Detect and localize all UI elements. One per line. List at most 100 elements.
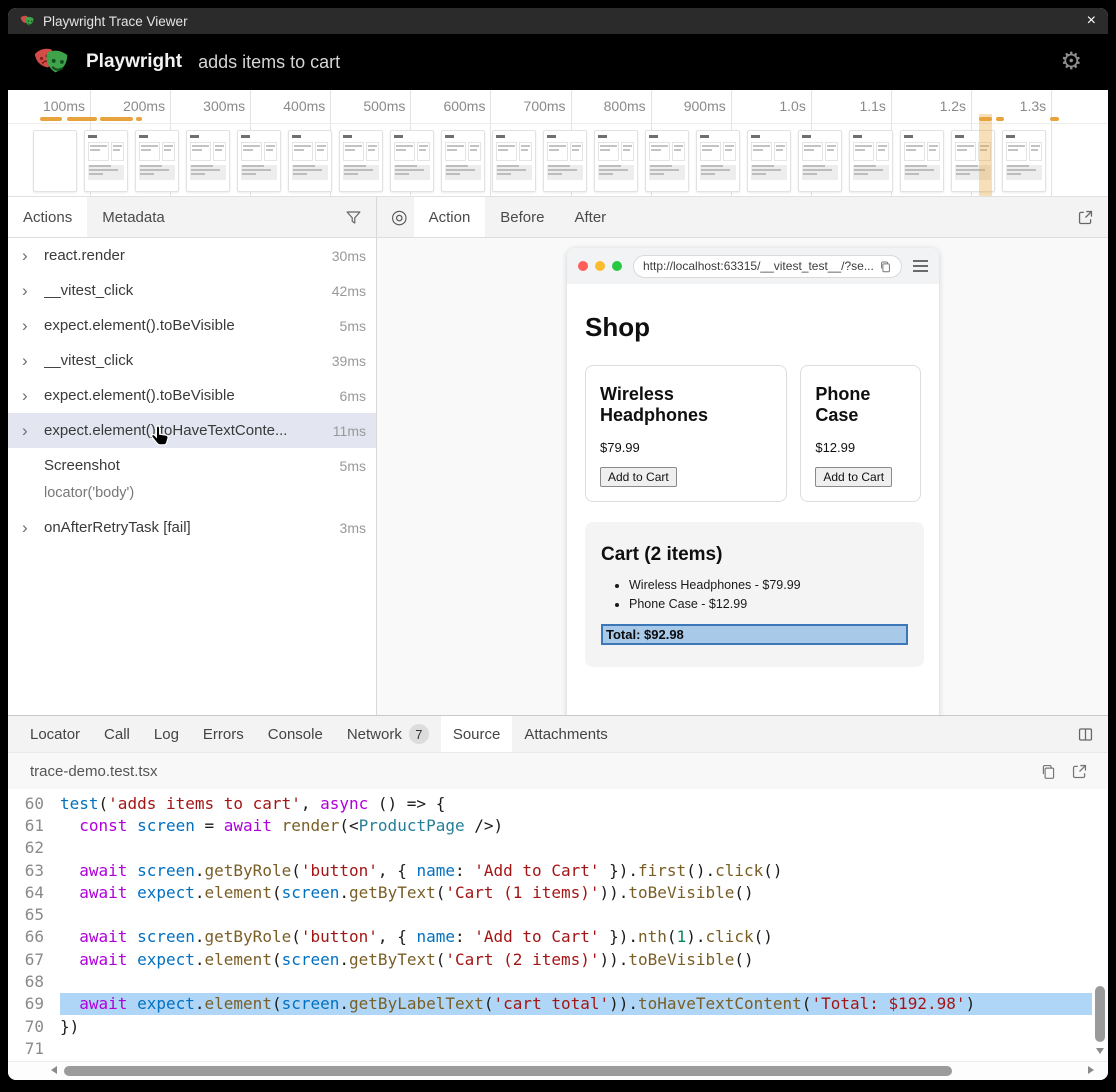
- action-row[interactable]: ›expect.element().toBeVisible5ms: [8, 308, 376, 343]
- open-source-external-icon[interactable]: [1071, 763, 1088, 780]
- horizontal-scrollbar[interactable]: [8, 1061, 1108, 1080]
- timeline-thumbnail[interactable]: [492, 130, 536, 192]
- timeline[interactable]: 100ms200ms300ms400ms500ms600ms700ms800ms…: [8, 90, 1108, 197]
- tab-before[interactable]: Before: [485, 197, 559, 237]
- chevron-right-icon: ›: [22, 386, 44, 406]
- product-card: Phone Case$12.99Add to Cart: [800, 365, 921, 502]
- timeline-thumbnail[interactable]: [696, 130, 740, 192]
- timeline-thumbnail[interactable]: [186, 130, 230, 192]
- timeline-thumbnail[interactable]: [33, 130, 77, 192]
- action-row[interactable]: Screenshot5ms: [8, 448, 376, 483]
- tab-log[interactable]: Log: [142, 716, 191, 752]
- scroll-left-arrow-icon[interactable]: [51, 1066, 57, 1074]
- scroll-down-arrow-icon[interactable]: [1096, 1048, 1104, 1054]
- product-price: $79.99: [600, 440, 772, 455]
- tab-errors[interactable]: Errors: [191, 716, 256, 752]
- add-to-cart-button[interactable]: Add to Cart: [815, 467, 892, 487]
- tab-attachments[interactable]: Attachments: [512, 716, 619, 752]
- code-line: 63 await screen.getByRole('button', { na…: [8, 859, 1108, 881]
- split-columns-icon[interactable]: [1077, 726, 1094, 743]
- timeline-thumbnail[interactable]: [390, 130, 434, 192]
- timeline-thumbnail[interactable]: [1002, 130, 1046, 192]
- action-row[interactable]: ›react.render30ms: [8, 238, 376, 273]
- source-file-actions: [1040, 763, 1088, 780]
- timeline-thumbnail[interactable]: [135, 130, 179, 192]
- settings-gear-icon[interactable]: ⚙: [1060, 50, 1082, 74]
- timeline-ruler-divider: [8, 123, 1108, 124]
- timeline-thumbnail[interactable]: [747, 130, 791, 192]
- timeline-thumbnail[interactable]: [594, 130, 638, 192]
- copy-url-icon[interactable]: [879, 260, 892, 273]
- horizontal-scrollbar-thumb[interactable]: [64, 1066, 952, 1076]
- vertical-scrollbar-thumb[interactable]: [1095, 986, 1105, 1042]
- tab-console[interactable]: Console: [256, 716, 335, 752]
- action-row[interactable]: ›onAfterRetryTask [fail]3ms: [8, 510, 376, 545]
- snapshot-body: http://localhost:63315/__vitest_test__/?…: [377, 238, 1108, 715]
- address-bar[interactable]: http://localhost:63315/__vitest_test__/?…: [633, 255, 902, 278]
- chevron-right-icon: ›: [22, 421, 44, 441]
- timeline-thumbnail[interactable]: [237, 130, 281, 192]
- timeline-thumbnail[interactable]: [900, 130, 944, 192]
- action-label: __vitest_click: [44, 282, 133, 299]
- code-text: await screen.getByRole('button', { name:…: [60, 859, 1092, 881]
- timeline-thumbnail[interactable]: [339, 130, 383, 192]
- timeline-thumbnail[interactable]: [288, 130, 332, 192]
- timeline-thumbnail[interactable]: [441, 130, 485, 192]
- tab-locator[interactable]: Locator: [18, 716, 92, 752]
- timeline-thumbnail[interactable]: [849, 130, 893, 192]
- chevron-right-icon: ›: [22, 281, 44, 301]
- add-to-cart-button[interactable]: Add to Cart: [600, 467, 677, 487]
- timeline-thumbnail[interactable]: [84, 130, 128, 192]
- tab-action[interactable]: Action: [414, 197, 486, 237]
- traffic-light-red-icon: [578, 261, 588, 271]
- browser-menu-icon[interactable]: [913, 260, 928, 272]
- chevron-right-icon: ›: [22, 246, 44, 266]
- chevron-right-icon: ›: [22, 351, 44, 371]
- tab-actions[interactable]: Actions: [8, 197, 87, 237]
- bottom-tab-label: Locator: [30, 726, 80, 743]
- cart-items-list: Wireless Headphones - $79.99Phone Case -…: [601, 576, 908, 614]
- timeline-action-mark: [100, 117, 133, 121]
- action-row[interactable]: ›__vitest_click42ms: [8, 273, 376, 308]
- tab-source[interactable]: Source: [441, 716, 513, 752]
- timeline-thumbnail[interactable]: [543, 130, 587, 192]
- chevron-right-icon: ›: [22, 316, 44, 336]
- tab-after[interactable]: After: [560, 197, 622, 237]
- open-snapshot-external-icon[interactable]: [1077, 209, 1094, 226]
- source-file-name: trace-demo.test.tsx: [30, 763, 158, 780]
- copy-source-icon[interactable]: [1040, 763, 1057, 780]
- timeline-thumbnail[interactable]: [798, 130, 842, 192]
- window-title: Playwright Trace Viewer: [43, 14, 188, 29]
- close-icon[interactable]: ×: [1087, 13, 1096, 29]
- code-text: await screen.getByRole('button', { name:…: [60, 926, 1092, 948]
- action-row[interactable]: ›expect.element().toBeVisible6ms: [8, 378, 376, 413]
- code-text: [60, 970, 1092, 992]
- timeline-action-mark: [136, 117, 142, 121]
- actions-list: ›react.render30ms›__vitest_click42ms›exp…: [8, 238, 376, 545]
- line-number: 60: [8, 794, 44, 813]
- pick-locator-target-icon[interactable]: ◎: [391, 206, 408, 229]
- line-number: 68: [8, 972, 44, 991]
- line-number: 61: [8, 816, 44, 835]
- filter-icon[interactable]: [345, 209, 362, 226]
- tab-call[interactable]: Call: [92, 716, 142, 752]
- line-number: 67: [8, 950, 44, 969]
- code-line: 69 await expect.element(screen.getByLabe…: [8, 993, 1108, 1015]
- action-row[interactable]: ›expect.element().toHaveTextConte...11ms: [8, 413, 376, 448]
- scroll-right-arrow-icon[interactable]: [1088, 1066, 1094, 1074]
- timeline-filmstrip[interactable]: [33, 130, 1046, 192]
- tab-metadata[interactable]: Metadata: [87, 197, 180, 237]
- code-text: [60, 1037, 1092, 1059]
- action-duration: 5ms: [332, 318, 366, 334]
- code-line: 64 await expect.element(screen.getByText…: [8, 881, 1108, 903]
- product-price: $12.99: [815, 440, 906, 455]
- source-code[interactable]: 60test('adds items to cart', async () =>…: [8, 789, 1108, 1061]
- action-duration: 30ms: [324, 248, 366, 264]
- bottom-tab-label: Attachments: [524, 726, 607, 743]
- action-row[interactable]: ›__vitest_click39ms: [8, 343, 376, 378]
- tab-network[interactable]: Network7: [335, 716, 441, 752]
- cart-item: Phone Case - $12.99: [629, 595, 908, 614]
- traffic-light-yellow-icon: [595, 261, 605, 271]
- line-number: 64: [8, 883, 44, 902]
- timeline-thumbnail[interactable]: [645, 130, 689, 192]
